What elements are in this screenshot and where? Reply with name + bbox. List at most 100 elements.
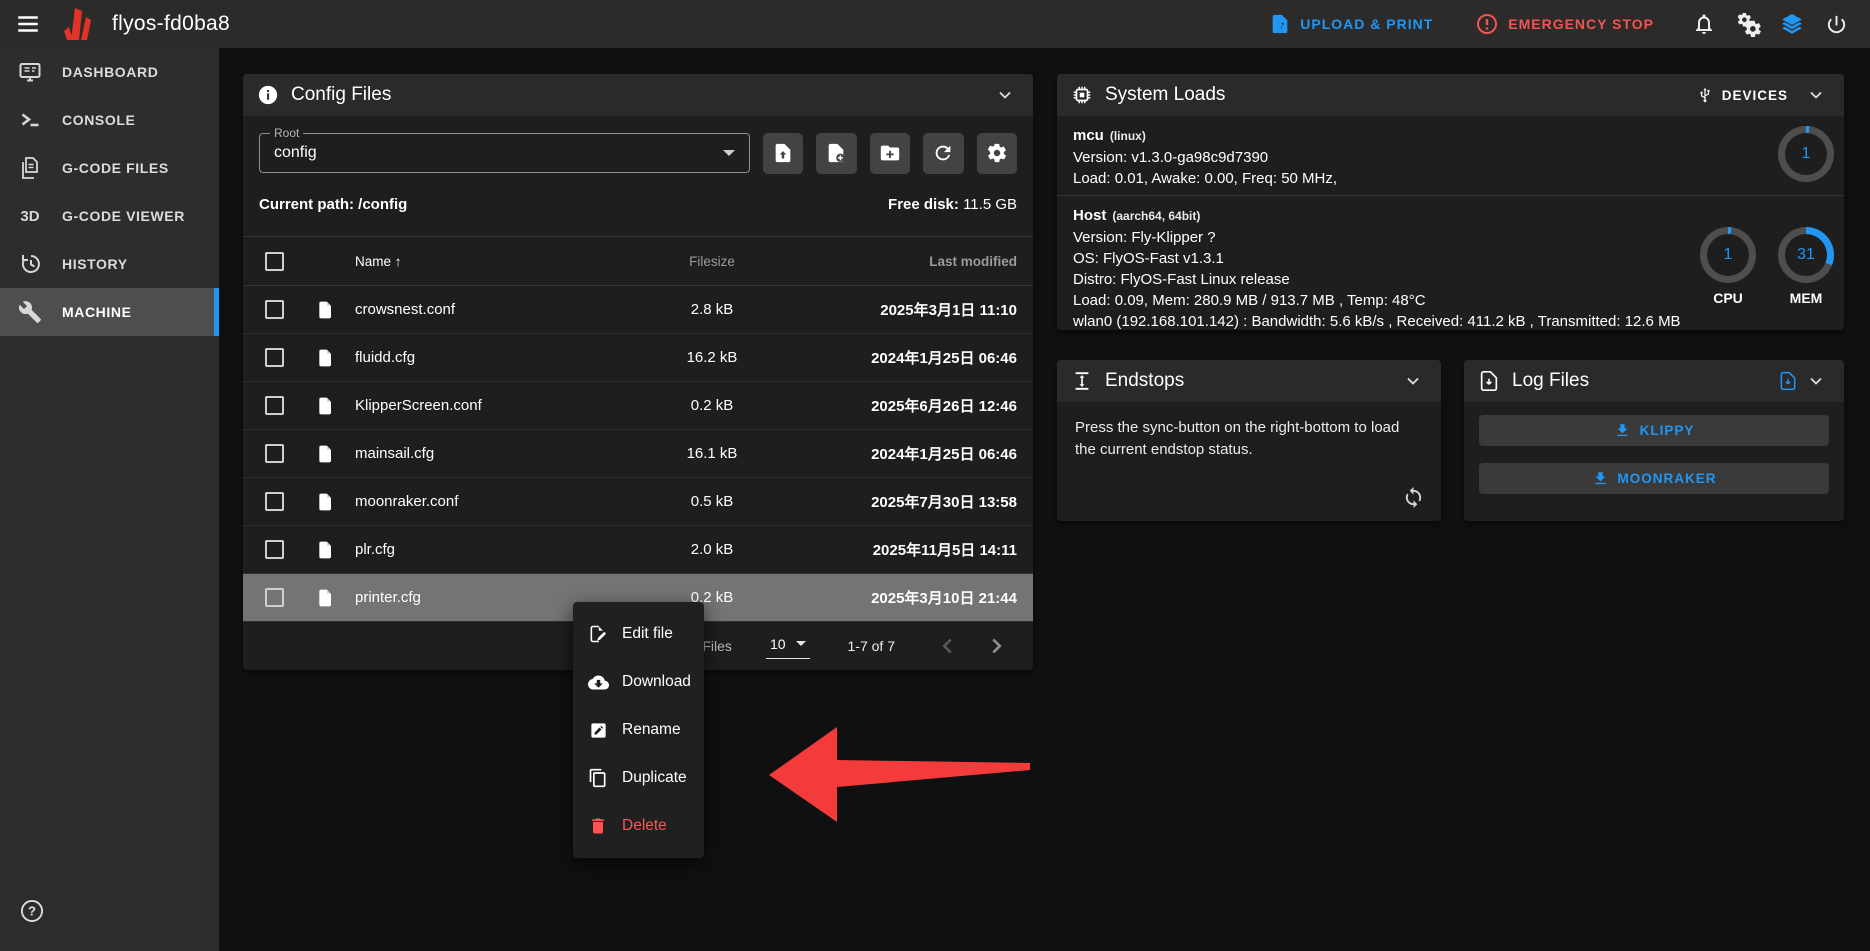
gcode-viewer-3d-icon: 3D [15,208,45,225]
row-checkbox[interactable] [265,588,284,607]
column-filesize[interactable]: Filesize [637,254,787,269]
cpu-gauge: 1 CPU [1700,227,1756,306]
table-row[interactable]: crowsnest.conf 2.8 kB 2025年3月1日 11:10 [243,286,1033,334]
emergency-stop-button[interactable]: EMERGENCY STOP [1461,2,1668,46]
theme-layers-button[interactable] [1770,2,1814,46]
root-select[interactable]: Root config [259,133,750,173]
sync-icon [1402,486,1425,509]
row-checkbox[interactable] [265,396,284,415]
row-checkbox[interactable] [265,492,284,511]
host-name: Host [1073,207,1106,224]
row-checkbox[interactable] [265,540,284,559]
file-upload-icon [772,142,794,164]
file-modified: 2025年6月26日 12:46 [787,395,1017,416]
endstops-header: Endstops [1057,360,1441,402]
file-modified: 2025年3月10日 21:44 [787,587,1017,608]
row-checkbox[interactable] [265,300,284,319]
create-folder-button[interactable] [870,133,910,174]
sidebar-item-dashboard[interactable]: DASHBOARD [0,48,219,96]
context-menu-download[interactable]: Download [573,658,704,706]
hamburger-icon [15,11,41,37]
flyos-logo [58,6,98,42]
help-icon: ? [19,898,45,924]
context-menu-rename[interactable]: Rename [573,706,704,754]
log-files-body: KLIPPY MOONRAKER [1464,402,1844,507]
hostname-title: flyos-fd0ba8 [112,12,230,36]
help-button[interactable]: ? [10,889,54,933]
power-button[interactable] [1814,2,1858,46]
table-row[interactable]: moonraker.conf 0.5 kB 2025年7月30日 13:58 [243,478,1033,526]
column-name[interactable]: Name ↑ [341,254,637,269]
row-checkbox[interactable] [265,348,284,367]
devices-button[interactable]: DEVICES [1696,86,1788,104]
log-files-collapse-button[interactable] [1802,367,1830,395]
file-size: 16.2 kB [637,349,787,366]
info-icon [257,84,279,106]
rollover-logs-button[interactable] [1774,367,1802,395]
upload-and-print-button[interactable]: UPLOAD & PRINT [1255,2,1447,46]
notifications-button[interactable] [1682,2,1726,46]
table-row[interactable]: mainsail.cfg 16.1 kB 2024年1月25日 06:46 [243,430,1033,478]
select-caret-icon [723,150,735,156]
config-files-collapse-button[interactable] [991,81,1019,109]
table-row[interactable]: plr.cfg 2.0 kB 2025年11月5日 14:11 [243,526,1033,574]
file-upload-icon [1269,13,1291,35]
config-files-toolbar: Root config [243,116,1033,173]
file-settings-button[interactable] [977,133,1017,174]
download-klippy-log-button[interactable]: KLIPPY [1479,415,1829,446]
table-row[interactable]: KlipperScreen.conf 0.2 kB 2025年6月26日 12:… [243,382,1033,430]
services-button[interactable] [1726,2,1770,46]
gcode-files-icon [15,156,45,180]
endstops-collapse-button[interactable] [1399,367,1427,395]
config-files-card: Config Files Root config [243,74,1033,670]
context-menu-edit-file[interactable]: Edit file [573,610,704,658]
mcu-load-section: mcu(linux) Version: v1.3.0-ga98c9d7390Lo… [1057,116,1844,196]
topbar-actions: UPLOAD & PRINT EMERGENCY STOP [1255,2,1870,46]
log-files-header: Log Files [1464,360,1844,402]
row-checkbox[interactable] [265,444,284,463]
chevron-down-icon [1806,371,1826,391]
upload-file-button[interactable] [763,133,803,174]
sidebar-item-gcode-viewer[interactable]: 3D G-CODE VIEWER [0,192,219,240]
mcu-arch: (linux) [1110,129,1146,143]
refresh-button[interactable] [923,133,963,174]
column-last-modified[interactable]: Last modified [787,254,1017,269]
table-row[interactable]: fluidd.cfg 16.2 kB 2024年1月25日 06:46 [243,334,1033,382]
host-arch: (aarch64, 64bit) [1112,209,1200,223]
file-plus-icon [825,142,847,164]
previous-page-button[interactable] [931,629,965,663]
file-context-menu: Edit file Download Rename Duplicate Dele… [573,602,704,858]
history-icon [15,252,45,276]
sidebar-nav: DASHBOARD CONSOLE G-CODE FILES 3D G-CODE… [0,48,219,951]
file-name: moonraker.conf [341,493,637,510]
file-modified: 2024年1月25日 06:46 [787,347,1017,368]
sidebar-item-console[interactable]: CONSOLE [0,96,219,144]
file-name: KlipperScreen.conf [341,397,637,414]
sidebar-item-gcode-files[interactable]: G-CODE FILES [0,144,219,192]
context-menu-delete[interactable]: Delete [573,802,704,850]
system-loads-card: System Loads DEVICES mcu(linux) Version:… [1057,74,1844,330]
host-info-line: OS: FlyOS-Fast v1.3.1 [1073,248,1681,269]
chip-icon [1071,84,1093,106]
endstops-icon [1071,370,1093,392]
system-loads-collapse-button[interactable] [1802,81,1830,109]
pagination-range: 1-7 of 7 [848,638,895,654]
create-file-button[interactable] [816,133,856,174]
context-menu-duplicate[interactable]: Duplicate [573,754,704,802]
endstops-title: Endstops [1105,370,1184,392]
free-disk: Free disk: 11.5 GB [888,196,1017,213]
sidebar-item-history[interactable]: HISTORY [0,240,219,288]
per-page-select[interactable]: 10 [766,634,810,659]
config-files-header: Config Files [243,74,1033,116]
log-files-title: Log Files [1512,370,1589,392]
next-page-button[interactable] [979,629,1013,663]
sidebar-item-machine[interactable]: MACHINE [0,288,219,336]
hamburger-menu-button[interactable] [6,2,50,46]
file-document-icon [316,348,341,368]
file-modified: 2025年3月1日 11:10 [787,299,1017,320]
file-name: fluidd.cfg [341,349,637,366]
endstops-sync-button[interactable] [1402,486,1425,509]
file-name: mainsail.cfg [341,445,637,462]
select-all-checkbox[interactable] [265,252,284,271]
download-moonraker-log-button[interactable]: MOONRAKER [1479,463,1829,494]
